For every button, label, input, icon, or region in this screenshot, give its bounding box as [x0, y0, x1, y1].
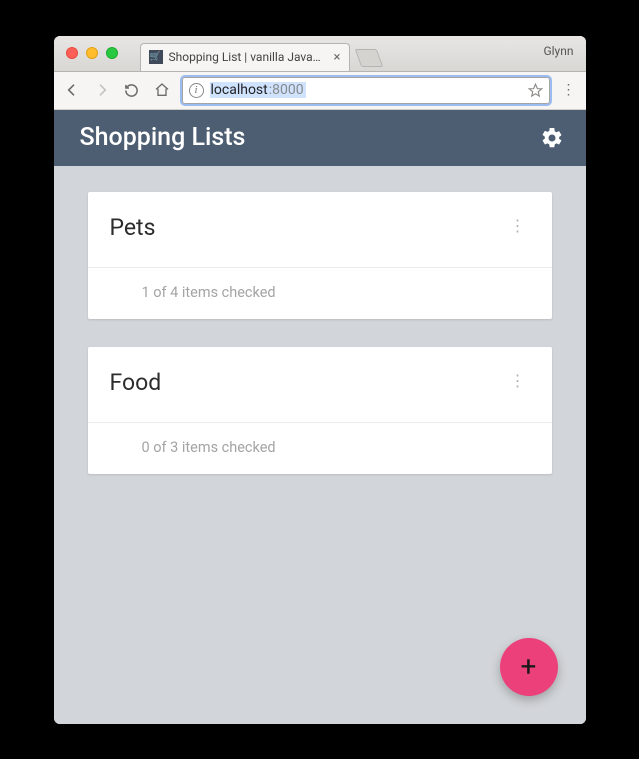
list-menu-icon[interactable]: ⋮ — [506, 369, 530, 392]
reload-button[interactable] — [122, 80, 142, 100]
browser-window: 🛒 Shopping List | vanilla JavaScript × G… — [54, 36, 586, 724]
app-title: Shopping Lists — [80, 123, 246, 152]
url-text: localhost:8000 — [210, 82, 306, 98]
favicon-icon: 🛒 — [149, 50, 163, 64]
maximize-window-button[interactable] — [106, 47, 118, 59]
window-controls — [54, 47, 118, 59]
lists-container: Pets ⋮ 1 of 4 items checked Food ⋮ 0 of … — [54, 166, 586, 724]
window-titlebar: 🛒 Shopping List | vanilla JavaScript × G… — [54, 36, 586, 72]
plus-icon: + — [521, 650, 537, 683]
close-window-button[interactable] — [66, 47, 78, 59]
site-info-icon[interactable]: i — [189, 83, 204, 98]
forward-button[interactable] — [92, 80, 112, 100]
list-title: Food — [110, 369, 162, 396]
gear-icon — [540, 126, 564, 150]
list-menu-icon[interactable]: ⋮ — [506, 214, 530, 237]
list-status: 0 of 3 items checked — [88, 422, 552, 474]
browser-toolbar: i localhost:8000 ⋮ — [54, 72, 586, 110]
address-bar[interactable]: i localhost:8000 — [182, 77, 550, 104]
home-button[interactable] — [152, 80, 172, 100]
minimize-window-button[interactable] — [86, 47, 98, 59]
browser-menu-icon[interactable]: ⋮ — [560, 82, 578, 98]
list-status: 1 of 4 items checked — [88, 267, 552, 319]
tab-title: Shopping List | vanilla JavaScript — [169, 50, 328, 64]
back-button[interactable] — [62, 80, 82, 100]
add-list-button[interactable]: + — [500, 638, 558, 696]
url-port: :8000 — [269, 82, 306, 98]
tab-close-icon[interactable]: × — [334, 51, 341, 64]
list-card[interactable]: Pets ⋮ 1 of 4 items checked — [88, 192, 552, 319]
browser-tab[interactable]: 🛒 Shopping List | vanilla JavaScript × — [140, 43, 350, 71]
profile-name[interactable]: Glynn — [543, 44, 573, 58]
app-header: Shopping Lists — [54, 110, 586, 166]
list-title: Pets — [110, 214, 156, 241]
list-card[interactable]: Food ⋮ 0 of 3 items checked — [88, 347, 552, 474]
app-viewport: Shopping Lists Pets ⋮ 1 of 4 items check… — [54, 110, 586, 724]
settings-button[interactable] — [540, 126, 564, 150]
bookmark-star-icon[interactable] — [528, 83, 543, 98]
new-tab-button[interactable] — [354, 49, 383, 67]
url-host: localhost — [210, 82, 269, 98]
